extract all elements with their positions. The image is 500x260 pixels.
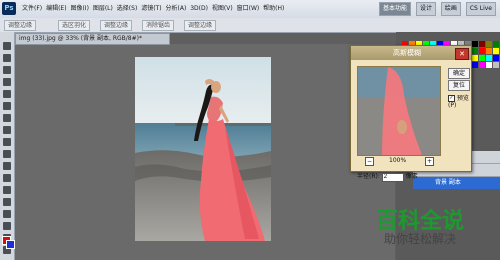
radius-input[interactable] <box>381 172 404 182</box>
zoom-in-button[interactable]: + <box>425 157 434 166</box>
menu-3d[interactable]: 3D(D) <box>190 0 208 18</box>
ok-button[interactable]: 确定 <box>448 68 470 79</box>
swatch[interactable] <box>486 41 492 47</box>
zoom-out-button[interactable]: − <box>365 157 374 166</box>
photo-image <box>135 57 271 241</box>
radius-unit: 像素 <box>405 173 418 180</box>
clone-stamp-tool-icon[interactable] <box>3 138 11 146</box>
radius-row: 半径(R): 像素 <box>357 171 418 182</box>
swatch[interactable] <box>479 41 485 47</box>
swatch[interactable] <box>493 48 499 54</box>
gaussian-blur-dialog: 高斯模糊 ✕ 确定 复位 ✓ 预览(P) − 100% + 半径(R): 像素 <box>350 45 472 182</box>
photoshop-logo: Ps <box>2 2 16 15</box>
menu-list: 文件(F) 编辑(E) 图像(I) 图层(L) 选择(S) 滤镜(T) 分析(A… <box>20 0 284 18</box>
eyedropper-tool-icon[interactable] <box>3 102 11 110</box>
menu-analysis[interactable]: 分析(A) <box>166 0 187 18</box>
menu-select[interactable]: 选择(S) <box>117 0 138 18</box>
workspace-basic-button[interactable]: 基本功能 <box>379 2 412 16</box>
menu-window[interactable]: 窗口(W) <box>237 0 260 18</box>
zoom-level: 100% <box>389 157 407 164</box>
dialog-title: 高斯模糊 <box>393 49 421 57</box>
close-icon: ✕ <box>459 50 465 58</box>
swatch[interactable] <box>486 48 492 54</box>
document-tab[interactable]: img (33).jpg @ 33% (背景 副本, RGB/8#)* <box>15 33 170 45</box>
move-tool-icon[interactable] <box>3 42 11 50</box>
workspace-paint-button[interactable]: 绘画 <box>440 2 461 16</box>
swatch[interactable] <box>472 48 478 54</box>
gradient-tool-icon[interactable] <box>3 174 11 182</box>
option-item[interactable]: 选区羽化 <box>58 20 91 31</box>
toolbox <box>0 32 15 260</box>
checkbox-icon: ✓ <box>448 95 455 102</box>
brush-tool-icon[interactable] <box>3 126 11 134</box>
menu-edit[interactable]: 编辑(E) <box>46 0 66 18</box>
blur-preview[interactable] <box>357 66 441 156</box>
menu-filter[interactable]: 滤镜(T) <box>141 0 161 18</box>
swatch[interactable] <box>493 62 499 68</box>
document-photo[interactable] <box>135 57 271 241</box>
healing-brush-tool-icon[interactable] <box>3 114 11 122</box>
workspace-switcher: 基本功能 设计 绘画 CS Live <box>376 2 496 16</box>
swatch[interactable] <box>472 41 478 47</box>
crop-tool-icon[interactable] <box>3 90 11 98</box>
dodge-tool-icon[interactable] <box>3 198 11 206</box>
option-item[interactable]: 调整边缘 <box>4 20 37 31</box>
swatch[interactable] <box>479 62 485 68</box>
swatch[interactable] <box>479 55 485 61</box>
cs-live-button[interactable]: CS Live <box>465 2 496 16</box>
swatch[interactable] <box>479 48 485 54</box>
menu-view[interactable]: 视图(V) <box>212 0 233 18</box>
dialog-title-bar[interactable]: 高斯模糊 <box>351 46 471 60</box>
watermark-subtitle: 助你轻松解决 <box>384 232 457 246</box>
pen-tool-icon[interactable] <box>3 210 11 218</box>
option-item[interactable]: 消除锯齿 <box>142 20 175 31</box>
menu-bar: Ps 文件(F) 编辑(E) 图像(I) 图层(L) 选择(S) 滤镜(T) 分… <box>0 0 500 19</box>
swatch[interactable] <box>472 55 478 61</box>
blur-tool-icon[interactable] <box>3 186 11 194</box>
options-bar: 调整边缘 选区羽化 调整边缘 消除锯齿 调整边缘 <box>0 18 500 33</box>
menu-file[interactable]: 文件(F) <box>22 0 42 18</box>
swatch[interactable] <box>493 55 499 61</box>
reset-button[interactable]: 复位 <box>448 80 470 91</box>
eraser-tool-icon[interactable] <box>3 162 11 170</box>
workspace-design-button[interactable]: 设计 <box>415 2 436 16</box>
layer-name: 背景 副本 <box>435 179 461 186</box>
option-item[interactable]: 调整边缘 <box>184 20 217 31</box>
minus-icon: − <box>366 158 373 165</box>
menu-layer[interactable]: 图层(L) <box>93 0 113 18</box>
radius-label: 半径(R): <box>357 173 380 180</box>
preview-checkbox[interactable]: ✓ 预览(P) <box>448 93 471 109</box>
background-color-swatch[interactable] <box>6 240 15 249</box>
menu-image[interactable]: 图像(I) <box>70 0 88 18</box>
layer-row-selected[interactable]: 背景 副本 <box>413 177 500 189</box>
lasso-tool-icon[interactable] <box>3 66 11 74</box>
quick-select-tool-icon[interactable] <box>3 78 11 86</box>
marquee-tool-icon[interactable] <box>3 54 11 62</box>
plus-icon: + <box>426 158 433 165</box>
swatch[interactable] <box>486 55 492 61</box>
option-item[interactable]: 调整边缘 <box>100 20 133 31</box>
close-button[interactable]: ✕ <box>455 48 469 60</box>
swatch[interactable] <box>486 62 492 68</box>
swatch[interactable] <box>472 62 478 68</box>
history-brush-tool-icon[interactable] <box>3 150 11 158</box>
menu-help[interactable]: 帮助(H) <box>263 0 284 18</box>
swatch[interactable] <box>493 41 499 47</box>
preview-image <box>358 67 440 155</box>
text-tool-icon[interactable] <box>3 222 11 230</box>
